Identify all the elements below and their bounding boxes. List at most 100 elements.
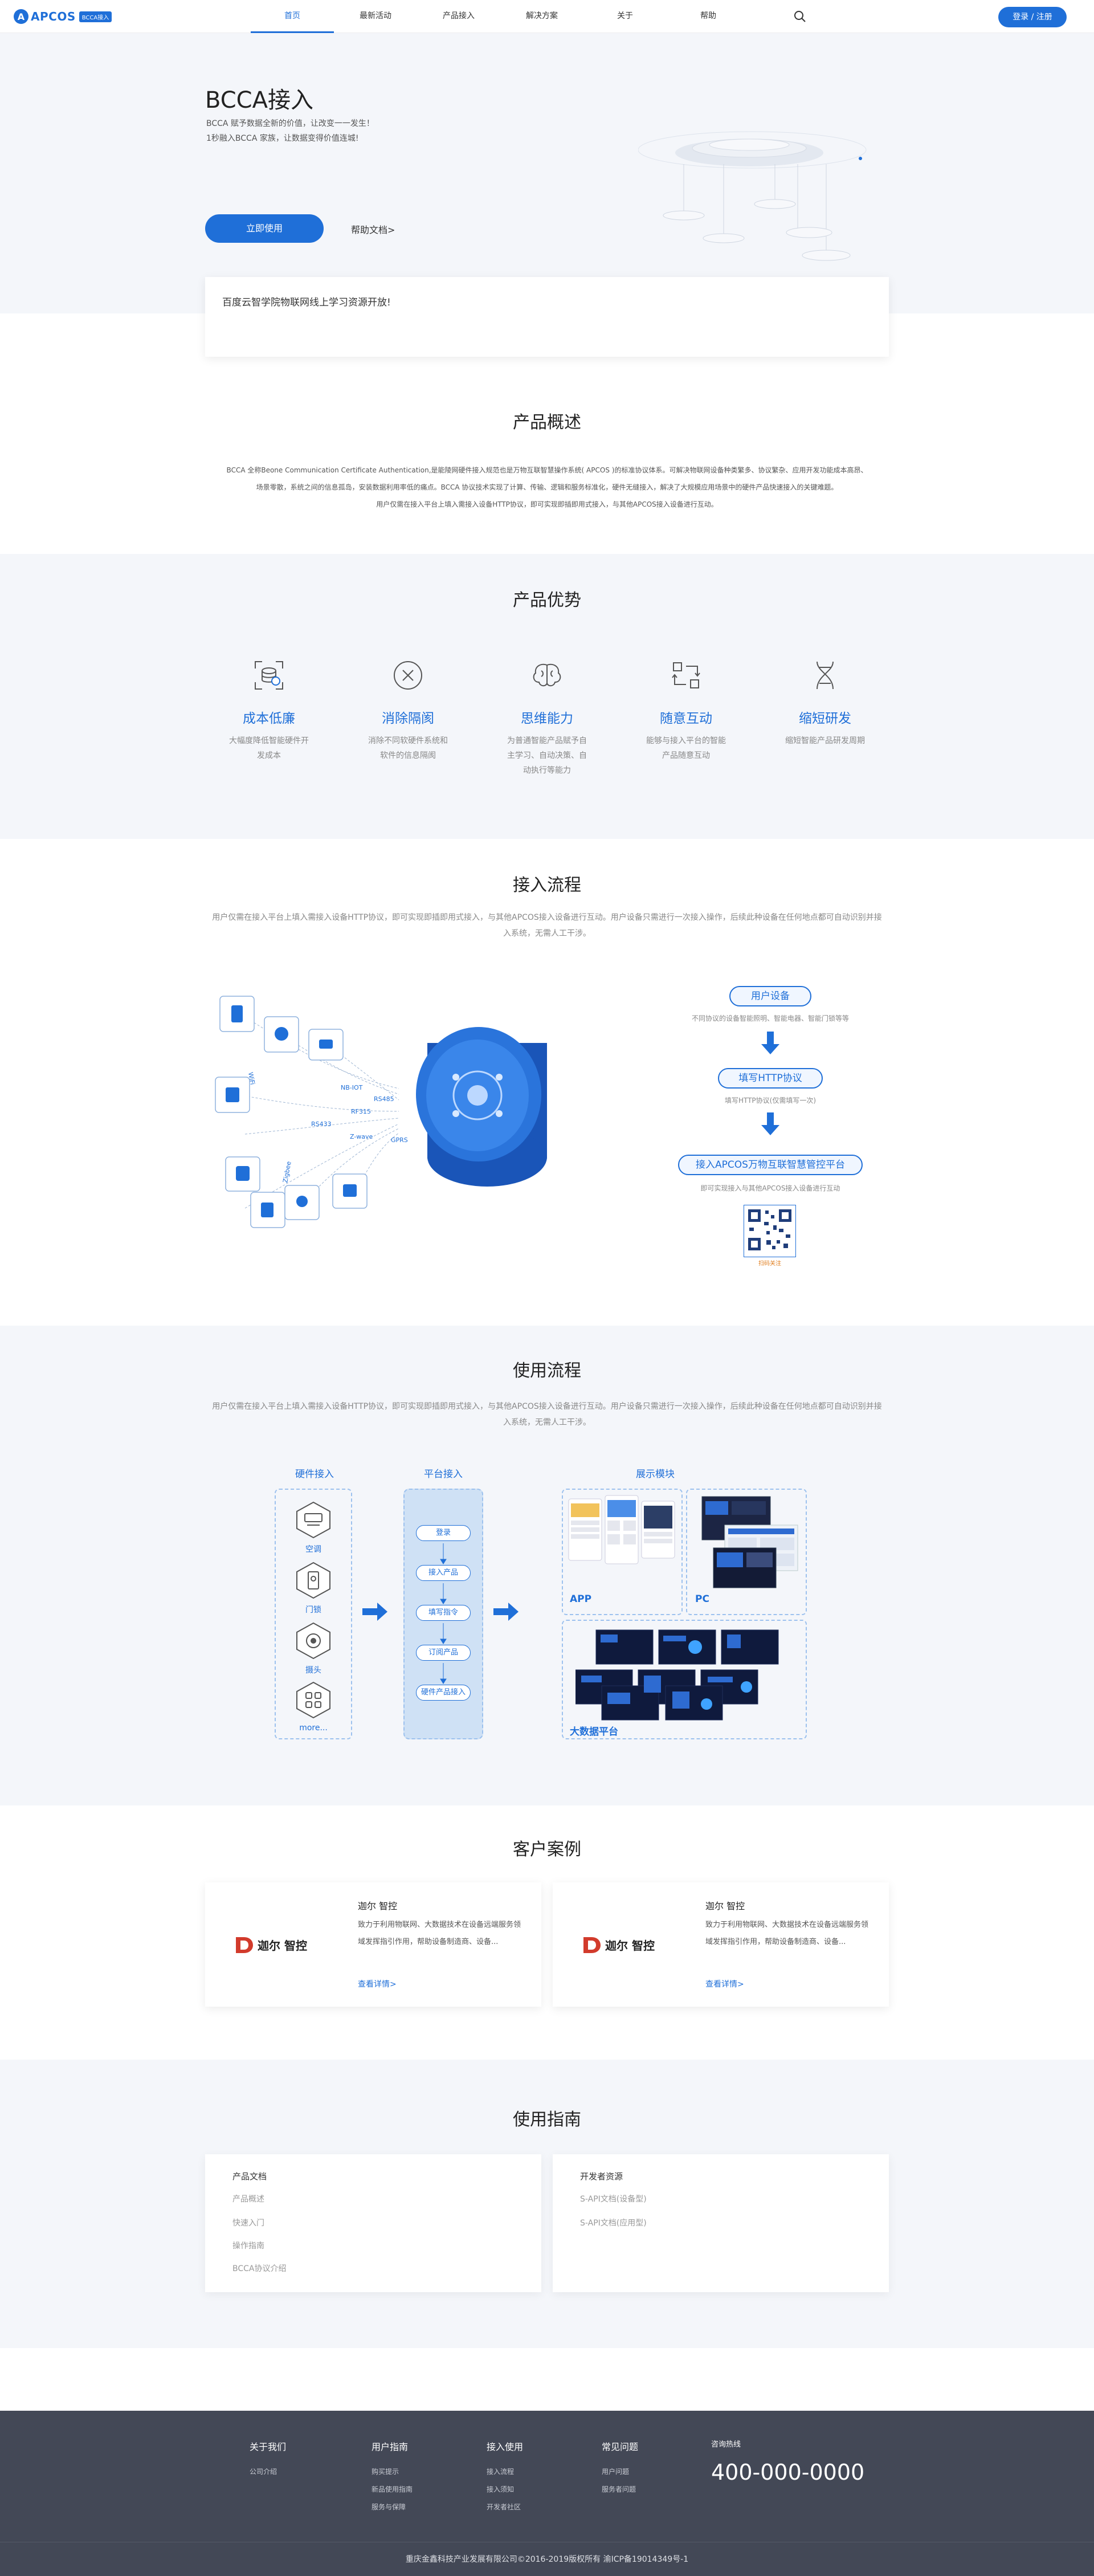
- advantage-desc: 缩短智能产品研发周期: [785, 736, 865, 745]
- advantage-item: 思维能力 为普通智能产品赋予自主学习、自动决策、自动执行等能力: [507, 653, 587, 778]
- case-logo: 迦尔 智控: [234, 1934, 325, 1957]
- nav-item-solutions[interactable]: 解决方案: [500, 0, 583, 33]
- footer-link[interactable]: 开发者社区: [487, 2502, 523, 2512]
- footer-copyright: 重庆金鑫科技产业发展有限公司©2016-2019版权所有 渝ICP备190143…: [405, 2555, 689, 2564]
- access-flow-desc: 用户仅需在接入平台上填入需接入设备HTTP协议，即可实现即插即用式接入，与其他A…: [212, 913, 882, 938]
- case-details-link[interactable]: 查看详情>: [358, 1978, 397, 1990]
- advantage-desc: 消除不同软硬件系统和软件的信息隔阂: [368, 736, 448, 760]
- hardware-item: 空调: [274, 1501, 353, 1555]
- platform-step-arrows: [440, 1543, 447, 1684]
- guide-title: 使用指南: [513, 2110, 581, 2130]
- door-lock-icon: [296, 1562, 330, 1599]
- case-details-link[interactable]: 查看详情>: [705, 1978, 744, 1990]
- case-card[interactable]: 迦尔 智控 迦尔 智控 致力于利用物联网、大数据技术在设备远端服务领域发挥指引作…: [553, 1882, 889, 2007]
- advantage-title: 思维能力: [521, 711, 573, 726]
- overview-title: 产品概述: [513, 413, 581, 433]
- guide-head: 产品文档: [232, 2171, 267, 2182]
- footer-col: 接入使用 接入流程 接入须知 开发者社区: [487, 2439, 523, 2512]
- protocol-label: Z-wave: [350, 1133, 373, 1140]
- access-flow-title: 接入流程: [513, 875, 581, 895]
- footer-col-head: 用户指南: [372, 2442, 409, 2452]
- nav-menu: 首页 最新活动 产品接入 解决方案 关于 帮助: [251, 0, 750, 33]
- overview-line: 用户仅需在接入平台上填入需接入设备HTTP协议，即可实现即插即用式接入，与其他A…: [376, 500, 718, 508]
- use-now-button[interactable]: 立即使用: [205, 214, 324, 243]
- case-logo: 迦尔 智控: [581, 1934, 672, 1957]
- advantage-title: 缩短研发: [799, 711, 851, 726]
- hardware-item: 门锁: [274, 1562, 353, 1615]
- flow-step-user-device: 用户设备: [729, 986, 811, 1006]
- nav-item-home[interactable]: 首页: [251, 0, 334, 33]
- brain-icon: [533, 663, 561, 687]
- flow-step-sub: 即可实现接入与其他APCOS接入设备进行互动: [700, 1184, 840, 1192]
- protocol-label: RF315: [351, 1108, 371, 1115]
- footer-link[interactable]: 购买提示: [372, 2467, 413, 2476]
- footer-link[interactable]: 用户问题: [602, 2467, 638, 2476]
- case-card[interactable]: 迦尔 智控 迦尔 智控 致力于利用物联网、大数据技术在设备远端服务领域发挥指引作…: [205, 1882, 541, 2007]
- guide-link[interactable]: S-API文档(应用型): [580, 2217, 647, 2228]
- guide-head: 开发者资源: [580, 2171, 623, 2182]
- svg-text:迦尔 智控: 迦尔 智控: [258, 1939, 307, 1953]
- arrow-right-icon: [493, 1603, 519, 1621]
- display-pc-label: PC: [695, 1593, 709, 1605]
- case-brand-logo-icon: 迦尔 智控: [583, 1937, 655, 1953]
- flow-step-sub: 不同协议的设备智能照明、智能电器、智能门锁等等: [691, 1014, 849, 1022]
- footer-col-head: 常见问题: [602, 2442, 639, 2452]
- top-nav: A APCOS BCCA接入 首页 最新活动 产品接入 解决方案 关于 帮助 登…: [0, 0, 1094, 33]
- guide-link[interactable]: S-API文档(设备型): [580, 2193, 647, 2204]
- footer: 关于我们 公司介绍 用户指南 购买提示 新品使用指南 服务与保障 接入使用 接入…: [0, 2411, 1094, 2576]
- brand-logo[interactable]: A APCOS BCCA接入: [14, 9, 112, 24]
- flow-step-http-protocol: 填写HTTP协议: [718, 1068, 823, 1089]
- svg-text:迦尔 智控: 迦尔 智控: [605, 1939, 655, 1953]
- dna-icon: [817, 661, 834, 690]
- nav-item-about[interactable]: 关于: [583, 0, 667, 33]
- platform-step: 登录: [416, 1525, 471, 1541]
- advantage-desc: 能够与接入平台的智能产品随意互动: [646, 736, 726, 760]
- interaction-icon: [672, 662, 700, 688]
- advantage-title: 随意互动: [660, 711, 712, 726]
- footer-link[interactable]: 服务者问题: [602, 2484, 638, 2494]
- footer-col: 关于我们 公司介绍: [250, 2439, 286, 2476]
- logo-text: APCOS: [31, 10, 76, 23]
- help-docs-link[interactable]: 帮助文档>: [351, 222, 395, 236]
- footer-col: 常见问题 用户问题 服务者问题: [602, 2439, 638, 2494]
- col-label-hardware: 硬件接入: [295, 1469, 334, 1480]
- pc-screens-illustration: [701, 1496, 798, 1588]
- qr-caption: 扫码关注: [758, 1261, 781, 1267]
- display-bigdata-label: 大数据平台: [570, 1726, 618, 1738]
- advantage-title: 消除隔阂: [382, 711, 434, 726]
- footer-link[interactable]: 接入流程: [487, 2467, 523, 2476]
- hardware-label: 空调: [305, 1545, 321, 1554]
- advantage-item: 消除隔阂 消除不同软硬件系统和软件的信息隔阂: [368, 653, 448, 763]
- nav-item-product-access[interactable]: 产品接入: [417, 0, 500, 33]
- usage-flow-desc: 用户仅需在接入平台上填入需接入设备HTTP协议，即可实现即插即用式接入，与其他A…: [212, 1402, 882, 1427]
- footer-link[interactable]: 服务与保障: [372, 2502, 413, 2512]
- case-text: 致力于利用物联网、大数据技术在设备远端服务领域发挥指引作用，帮助设备制造商、设备…: [358, 1921, 521, 1946]
- guide-link[interactable]: BCCA协议介绍: [232, 2263, 287, 2274]
- footer-col-head: 接入使用: [487, 2442, 524, 2452]
- logo-mark-icon: A: [14, 9, 28, 24]
- arrow-down-icon: [761, 1112, 779, 1135]
- usage-flow-section: [0, 1326, 1094, 1805]
- guide-link[interactable]: 产品概述: [232, 2193, 264, 2204]
- footer-link[interactable]: 新品使用指南: [372, 2484, 413, 2494]
- search-icon[interactable]: [793, 10, 807, 23]
- overview-line: BCCA 全称Beone Communication Certificate A…: [226, 466, 868, 474]
- guide-link[interactable]: 快速入门: [232, 2217, 264, 2228]
- notice-card[interactable]: 百度云智学院物联网线上学习资源开放!: [205, 277, 889, 357]
- footer-link[interactable]: 公司介绍: [250, 2467, 286, 2476]
- hardware-label: more...: [299, 1723, 328, 1733]
- protocol-label: RS433: [311, 1120, 332, 1128]
- nav-item-activities[interactable]: 最新活动: [334, 0, 417, 33]
- air-conditioner-icon: [296, 1501, 330, 1539]
- logo-badge: BCCA接入: [79, 11, 112, 22]
- nav-item-help[interactable]: 帮助: [667, 0, 750, 33]
- hardware-label: 摄头: [305, 1666, 321, 1675]
- footer-phone-label: 咨询热线: [711, 2440, 741, 2449]
- advantage-desc: 为普通智能产品赋予自主学习、自动决策、自动执行等能力: [507, 736, 587, 775]
- login-register-button[interactable]: 登录 / 注册: [998, 7, 1067, 27]
- flow-step-apcos-platform: 接入APCOS万物互联智慧管控平台: [678, 1155, 863, 1175]
- advantage-item: 缩短研发 缩短智能产品研发周期: [785, 653, 865, 748]
- advantage-desc: 大幅度降低智能硬件开发成本: [229, 736, 309, 760]
- guide-link[interactable]: 操作指南: [232, 2240, 264, 2251]
- footer-link[interactable]: 接入须知: [487, 2484, 523, 2494]
